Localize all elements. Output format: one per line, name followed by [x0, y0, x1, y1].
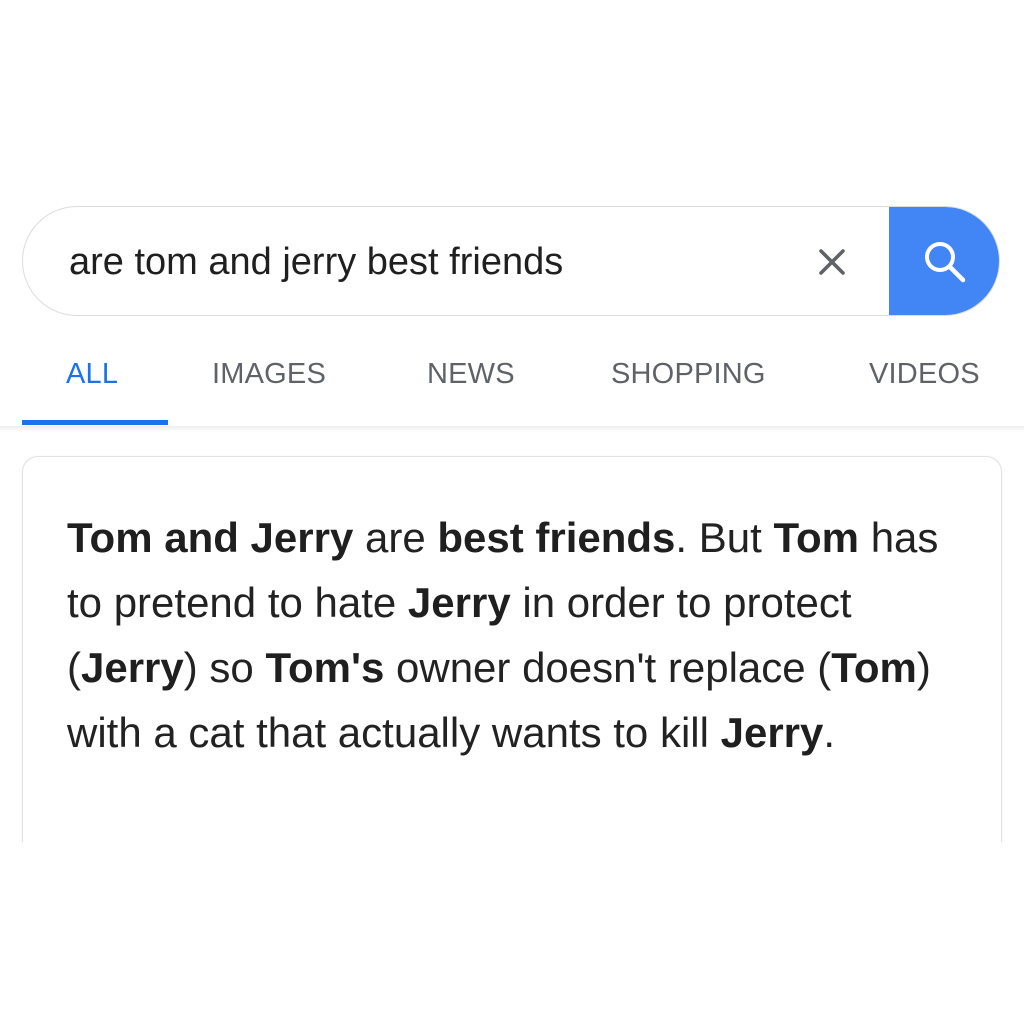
tab-videos[interactable]: VIDEOS: [869, 358, 980, 391]
search-button[interactable]: [889, 207, 999, 315]
answer-bold: Tom: [831, 644, 917, 691]
page: ALL IMAGES NEWS SHOPPING VIDEOS Tom and …: [0, 0, 1024, 1024]
search-tabs: ALL IMAGES NEWS SHOPPING VIDEOS: [0, 340, 1024, 428]
answer-bold: Tom: [773, 514, 860, 561]
search-icon: [925, 242, 966, 283]
featured-answer-card: Tom and Jerry are best friends. But Tom …: [22, 456, 1002, 856]
tab-all[interactable]: ALL: [66, 358, 118, 391]
answer-span: owner doesn't replace (: [384, 644, 832, 691]
tab-images[interactable]: IMAGES: [212, 358, 326, 391]
answer-span: .: [823, 709, 836, 756]
tab-news[interactable]: NEWS: [427, 358, 515, 391]
answer-span: . But: [675, 514, 774, 561]
answer-bold: Tom's: [265, 644, 385, 691]
answer-bold: best friends: [437, 514, 676, 561]
search-input[interactable]: [69, 207, 769, 315]
close-icon: [819, 249, 845, 275]
answer-span: ) so: [183, 644, 266, 691]
tabs-divider: [0, 426, 1024, 432]
answer-bold: Jerry: [81, 644, 184, 691]
answer-text: Tom and Jerry are best friends. But Tom …: [67, 505, 967, 765]
answer-bold: Tom and Jerry: [67, 514, 354, 561]
answer-bold: Jerry: [720, 709, 824, 756]
tab-shopping[interactable]: SHOPPING: [611, 358, 766, 391]
search-bar: [22, 206, 1000, 316]
answer-span: are: [353, 514, 438, 561]
answer-bold: Jerry: [407, 579, 511, 626]
active-tab-indicator: [22, 420, 168, 425]
page-background: [0, 842, 1024, 1024]
clear-button[interactable]: [803, 233, 861, 291]
